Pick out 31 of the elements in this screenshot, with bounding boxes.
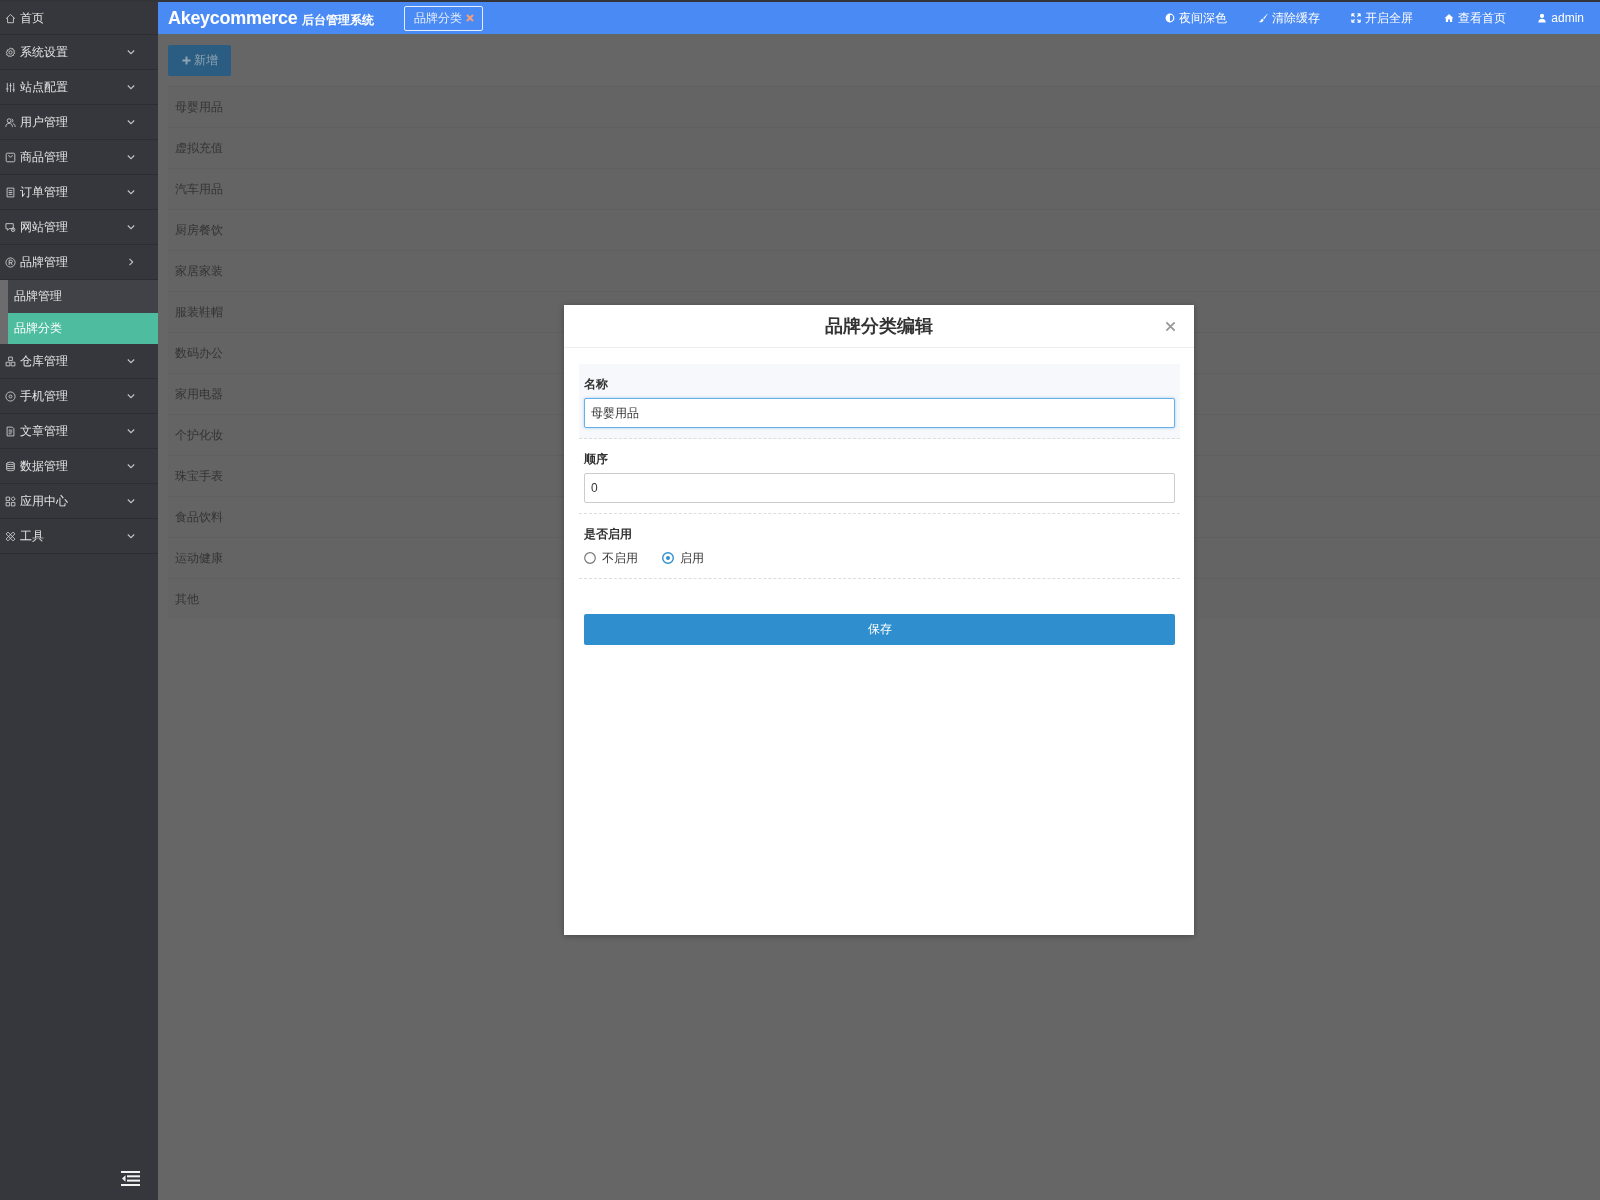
radio-button[interactable] — [662, 552, 674, 564]
home-icon — [1444, 13, 1455, 23]
boxes-icon — [5, 355, 16, 367]
sliders-icon — [5, 81, 16, 93]
bag-icon — [5, 151, 16, 163]
list-icon — [5, 186, 16, 198]
tools-icon — [5, 530, 16, 542]
radio-label: 启用 — [680, 549, 704, 567]
submenu-item[interactable]: 品牌管理 — [8, 280, 158, 313]
contrast-icon — [1165, 13, 1176, 23]
close-icon[interactable] — [1165, 320, 1176, 332]
app-subtitle: 后台管理系统 — [302, 11, 375, 29]
users-icon — [5, 116, 16, 128]
database-icon — [5, 460, 16, 472]
outdent-icon[interactable] — [121, 1171, 140, 1186]
home-icon — [5, 12, 16, 24]
expand-icon — [1351, 13, 1362, 23]
gear-icon — [5, 46, 16, 58]
grid-icon — [5, 495, 16, 507]
registered-icon — [5, 256, 16, 268]
brush-icon — [1258, 13, 1269, 23]
input-field[interactable]: 0 — [584, 473, 1175, 503]
radio-label: 不启用 — [602, 549, 638, 567]
user-icon — [1537, 13, 1548, 23]
app-logo: Akeycommerce — [168, 7, 298, 29]
save-button[interactable]: 保存 — [584, 614, 1175, 645]
document-icon — [5, 425, 16, 437]
radio-button[interactable] — [584, 552, 596, 564]
chat-icon — [5, 221, 16, 233]
plus-icon — [181, 56, 191, 65]
field-label: 名称 — [584, 376, 608, 393]
